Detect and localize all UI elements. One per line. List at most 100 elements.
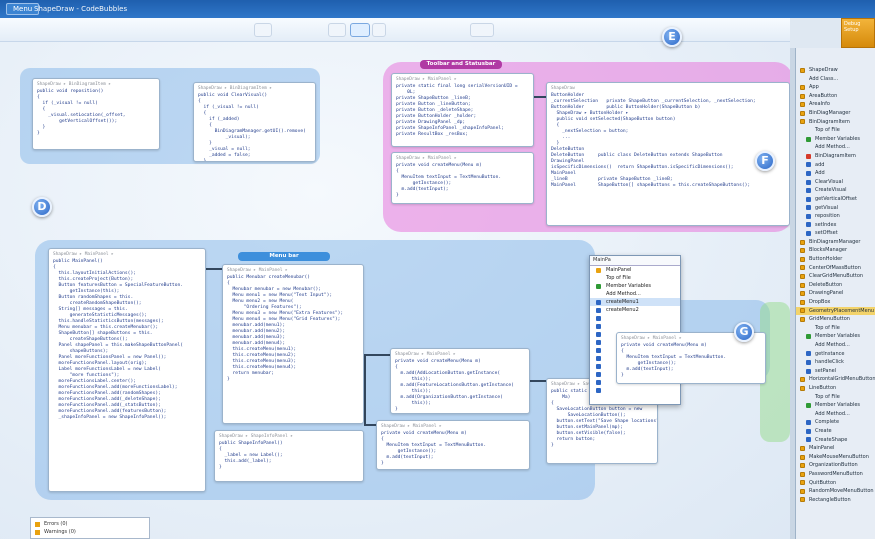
tree-item[interactable]: DrawingPanel <box>796 289 875 298</box>
package-explorer[interactable]: ShapeDraw Add Class... App AreaButton AreaIn… <box>795 48 875 539</box>
tree-item[interactable]: add <box>796 161 875 170</box>
tree-item[interactable]: BinDiagManager <box>796 109 875 118</box>
debug-setup-button[interactable]: Debug Setup <box>841 18 875 48</box>
popup-item[interactable]: Add Method... <box>590 290 680 298</box>
code-line[interactable]: _shapeInfoPanel = new ShapeInfoPanel(); <box>53 415 201 421</box>
tree-item[interactable]: getVerticalOffset <box>796 195 875 204</box>
code-bubble-createmenu-top[interactable]: ShapeDraw ▸ MainPanel ▸ private void cre… <box>391 152 534 204</box>
popup-item[interactable]: Top of File <box>590 274 680 282</box>
tree-item[interactable]: DropBox <box>796 298 875 307</box>
code-line[interactable]: } <box>621 373 761 379</box>
tree-item[interactable]: MakeMouseMenuButton <box>796 453 875 462</box>
code-line[interactable]: } <box>381 461 525 467</box>
tree-item[interactable]: setOffset <box>796 229 875 238</box>
tree-item[interactable]: Add Class... <box>796 75 875 84</box>
tree-item[interactable]: Top of File <box>796 393 875 402</box>
tree-item[interactable]: setPanel <box>796 367 875 376</box>
code-bubble-clearvisual[interactable]: ShapeDraw ▸ BinDiagramItem ▸ public void… <box>193 82 316 162</box>
tree-item[interactable]: PasswordMenuButton <box>796 470 875 479</box>
tree-item[interactable]: Member Variables <box>796 332 875 341</box>
tree-item[interactable]: Add <box>796 169 875 178</box>
bubble-code[interactable]: public Menubar createMenubar(){ Menubar … <box>227 275 359 383</box>
tree-item[interactable]: RandomMoveMenuButton <box>796 487 875 496</box>
code-line[interactable]: MainPanel ShapeButton[] shapeButtons = t… <box>551 183 785 189</box>
tree-item[interactable]: Complete <box>796 418 875 427</box>
tree-item[interactable]: AreaButton <box>796 92 875 101</box>
tree-item[interactable]: setIndex <box>796 221 875 230</box>
tree-item[interactable]: QuitButton <box>796 479 875 488</box>
tree-item[interactable]: Member Variables <box>796 135 875 144</box>
tree-item[interactable]: GridMenuButton <box>796 315 875 324</box>
tree-item[interactable]: BinDiagramItem <box>796 118 875 127</box>
bubble-code[interactable]: private void createMenu(Menu m){ MenuIte… <box>621 343 761 379</box>
ribbon-icon-3[interactable] <box>350 23 370 37</box>
bubble-code[interactable]: private void createMenu(Menu m){ MenuIte… <box>381 431 525 467</box>
bubble-code[interactable]: public void ClearVisual(){ if (_visual !… <box>198 93 311 161</box>
tree-item[interactable]: reposition <box>796 212 875 221</box>
tree-item[interactable]: BinDiagramItem <box>796 152 875 161</box>
code-bubble-createmenubar[interactable]: ShapeDraw ▸ MainPanel ▸ public Menubar c… <box>222 264 364 424</box>
code-line[interactable]: } <box>551 443 653 449</box>
bubble-code[interactable]: public void reposition(){ if (_visual !=… <box>37 89 155 137</box>
code-line[interactable]: } <box>395 407 525 413</box>
popup-item[interactable]: MainPanel <box>590 266 680 274</box>
popup-item[interactable]: createMenu2 <box>590 306 680 314</box>
tree-item[interactable]: getInstance <box>796 350 875 359</box>
tree-item[interactable]: Add Method... <box>796 410 875 419</box>
tree-item[interactable]: BlocksManager <box>796 246 875 255</box>
code-line[interactable]: } <box>219 465 359 471</box>
code-line[interactable]: private static final long serialVersionU… <box>396 84 529 90</box>
tree-item[interactable]: MainPanel <box>796 444 875 453</box>
ribbon-icon-2[interactable] <box>328 23 346 37</box>
tree-item[interactable]: Top of File <box>796 126 875 135</box>
tree-item[interactable]: OrganizationButton <box>796 461 875 470</box>
tree-item[interactable]: App <box>796 83 875 92</box>
popup-item[interactable]: createMenu1 <box>590 298 680 306</box>
code-line[interactable]: } <box>198 159 311 161</box>
popup-item[interactable] <box>590 314 680 322</box>
code-line[interactable]: } <box>396 193 529 199</box>
errors-row[interactable]: Errors (0) <box>35 520 145 528</box>
popup-item[interactable] <box>590 386 680 394</box>
code-line[interactable]: } <box>37 131 155 137</box>
tree-item[interactable]: ClearVisual <box>796 178 875 187</box>
tree-item[interactable]: Top of File <box>796 324 875 333</box>
tree-item[interactable]: RectangleButton <box>796 496 875 505</box>
tree-item[interactable]: LineButton <box>796 384 875 393</box>
popup-item[interactable]: Member Variables <box>590 282 680 290</box>
tree-item[interactable]: Create <box>796 427 875 436</box>
tree-item[interactable]: ShapeDraw <box>796 66 875 75</box>
code-line[interactable]: } <box>227 377 359 383</box>
code-bubble-reposition[interactable]: ShapeDraw ▸ BinDiagramItem ▸ public void… <box>32 78 160 150</box>
tree-item[interactable]: Member Variables <box>796 401 875 410</box>
bubble-code[interactable]: ButtonHolder _currentSelection private Sh… <box>551 93 785 189</box>
problems-panel[interactable]: Errors (0) Warnings (0) <box>30 517 150 539</box>
ribbon-icon-5[interactable] <box>470 23 494 37</box>
tree-item[interactable]: ButtonHolder <box>796 255 875 264</box>
popup-search-input[interactable]: MainPa <box>590 256 680 266</box>
bubble-code[interactable]: private void createMenu(Menu m){ MenuIte… <box>396 163 529 199</box>
tree-item[interactable]: ClearGridMenuButton <box>796 272 875 281</box>
tree-item[interactable]: BinDiagramManager <box>796 238 875 247</box>
tree-item[interactable]: getVisual <box>796 204 875 213</box>
tree-item[interactable]: CreateVisual <box>796 186 875 195</box>
bubble-code[interactable]: public MainPanel(){ this.layoutInitialAc… <box>53 259 201 421</box>
bubble-code[interactable]: private void createMenu(Menu m){ m.add(A… <box>395 359 525 413</box>
code-bubble-createmenu-bot[interactable]: ShapeDraw ▸ MainPanel ▸ private void cre… <box>376 420 530 470</box>
package-tree[interactable]: ShapeDraw Add Class... App AreaButton AreaIn… <box>796 66 875 504</box>
warnings-row[interactable]: Warnings (0) <box>35 528 145 536</box>
code-bubble-shapedraw[interactable]: ShapeDraw ButtonHolder _currentSelection … <box>546 82 790 226</box>
tree-item[interactable]: Add Method... <box>796 341 875 350</box>
code-bubble-fields[interactable]: ShapeDraw ▸ MainPanel ▸ private static f… <box>391 73 534 147</box>
ribbon-icon-1[interactable] <box>254 23 272 37</box>
tree-item[interactable]: GeometryPlacementMenu <box>796 306 875 316</box>
code-bubble-mainpanel[interactable]: ShapeDraw ▸ MainPanel ▸ public MainPanel… <box>48 248 206 492</box>
tree-item[interactable]: HorizontalGridMenuButton <box>796 375 875 384</box>
ribbon-icon-4[interactable] <box>372 23 386 37</box>
tree-item[interactable]: AreaInfo <box>796 100 875 109</box>
tree-item[interactable]: DeleteButton <box>796 281 875 290</box>
tree-item[interactable]: CenterOfMassButton <box>796 264 875 273</box>
code-bubble-createmenu-mid[interactable]: ShapeDraw ▸ MainPanel ▸ private void cre… <box>390 348 530 414</box>
code-bubble-shapeinfopanel[interactable]: ShapeDraw ▸ ShapeInfoPanel ▸ public Shap… <box>214 430 364 482</box>
tree-item[interactable]: Add Method... <box>796 143 875 152</box>
